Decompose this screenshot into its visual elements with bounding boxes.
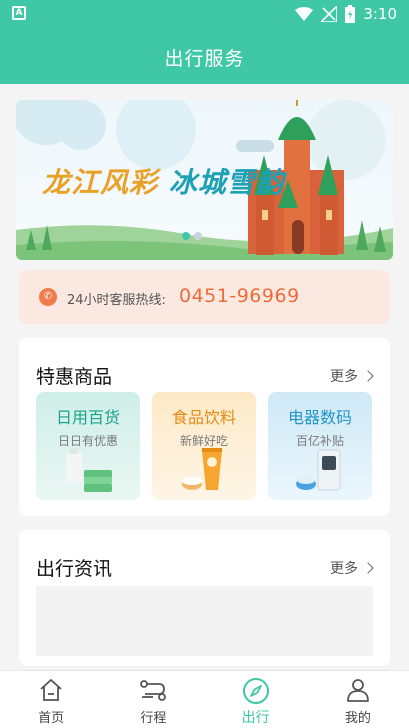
tile-name: 食品饮料 [171,408,236,427]
electronics-illustration-icon [296,449,341,491]
food-drinks-illustration-icon [182,448,222,490]
more-label: 更多 [330,369,358,385]
news-content-placeholder [36,586,373,656]
travel-news-section: 出行资讯 更多 [19,530,390,666]
chevron-right-icon [362,562,374,574]
bottom-tab-bar: 首页 行程 出行 我的 [0,670,409,728]
deal-tile-electronics[interactable]: 电器数码 百亿补贴 [268,392,372,500]
tab-home[interactable]: 首页 [0,671,102,728]
tile-name: 电器数码 [287,408,352,427]
tab-label: 首页 [38,711,65,726]
deal-tile-daily-goods[interactable]: 日用百货 日日有优惠 [36,392,140,500]
tile-name: 日用百货 [55,408,120,427]
daily-goods-illustration-icon [66,448,112,492]
carousel-indicator [182,232,202,240]
news-more-link[interactable]: 更多 [330,558,374,578]
tab-travel[interactable]: 出行 [205,671,307,728]
customer-hotline[interactable]: ✆ 24小时客服热线: 0451-96969 [19,270,390,324]
compass-icon [242,678,269,704]
status-icons: 3:10 [295,4,397,24]
tab-label: 出行 [241,710,270,726]
status-time: 3:10 [363,5,397,23]
promo-banner[interactable]: 龙江风彩 冰城雪韵 [16,100,393,260]
hotline-number[interactable]: 0451-96969 [179,285,300,307]
route-icon [140,680,167,701]
news-title: 出行资讯 [36,558,113,580]
phone-icon: ✆ [39,288,57,306]
signal-icon [321,6,338,22]
deals-section: 特惠商品 更多 日用百货 日日有优惠 食品饮料 新鲜好吃 电器数码 百亿补贴 [19,338,390,516]
banner-slogan: 龙江风彩 冰城雪韵 [42,166,285,199]
tab-label: 我的 [344,711,371,726]
more-label: 更多 [330,561,358,577]
deal-tile-food-drinks[interactable]: 食品饮料 新鲜好吃 [152,392,256,500]
home-icon [40,679,62,701]
battery-icon [345,5,356,23]
tab-itinerary[interactable]: 行程 [102,671,204,728]
deals-more-link[interactable]: 更多 [330,366,374,386]
wifi-icon [295,7,314,21]
tab-label: 行程 [140,711,167,726]
page-title: 出行服务 [164,48,245,70]
deals-title: 特惠商品 [36,366,113,388]
tab-profile[interactable]: 我的 [307,671,409,728]
user-icon [346,679,369,702]
chevron-right-icon [362,370,374,382]
notification-badge-icon: A [12,6,26,20]
carousel-dot-active [182,232,190,240]
top-app-bar: A 3:10 出行服务 [0,0,409,84]
hotline-label: 24小时客服热线: [67,293,166,308]
carousel-dot [194,232,202,240]
status-bar: A 3:10 [0,0,409,28]
